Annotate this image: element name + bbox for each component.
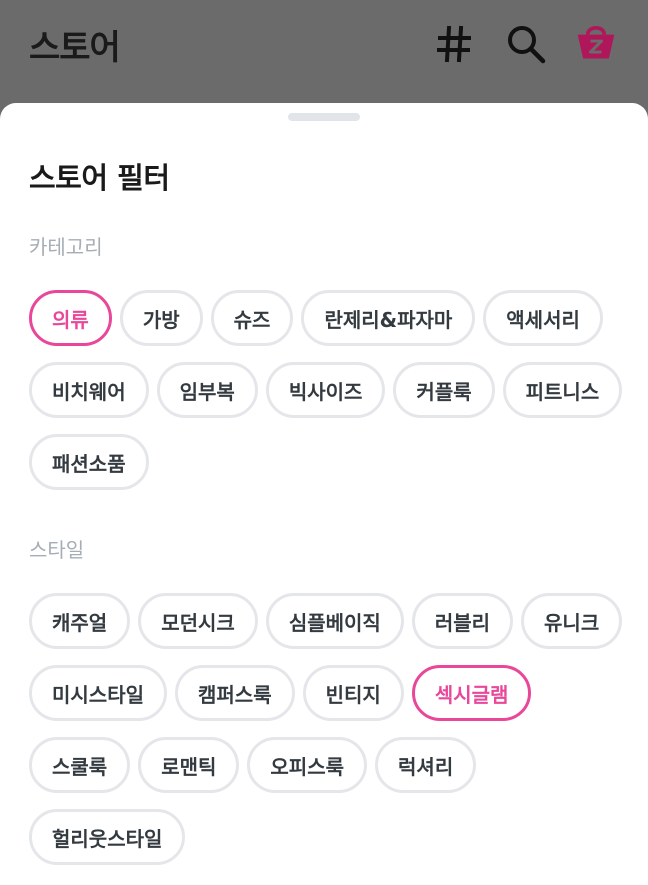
- style-chip[interactable]: 모던시크: [138, 593, 258, 649]
- search-icon[interactable]: [504, 22, 548, 66]
- style-chip[interactable]: 섹시글램: [411, 665, 532, 721]
- sheet-title: 스토어 필터: [29, 161, 170, 195]
- shopping-bag-icon[interactable]: [574, 20, 618, 64]
- style-chip[interactable]: 심플베이직: [265, 593, 404, 649]
- page-title: 스토어: [29, 28, 121, 68]
- category-chip[interactable]: 란제리&파자마: [301, 290, 476, 346]
- category-chip[interactable]: 가방: [119, 290, 203, 346]
- style-chip[interactable]: 럭셔리: [375, 737, 477, 793]
- category-chip[interactable]: 피트니스: [502, 362, 623, 418]
- category-chip[interactable]: 패션소품: [29, 434, 149, 490]
- style-chip[interactable]: 캐주얼: [29, 593, 131, 649]
- style-section-label: 스타일: [29, 538, 85, 562]
- style-chip[interactable]: 캠퍼스룩: [175, 665, 295, 721]
- style-chip[interactable]: 스쿨룩: [29, 737, 131, 793]
- category-chip[interactable]: 의류: [29, 290, 112, 346]
- style-chip-group: 캐주얼 모던시크 심플베이직 러블리 유니크미시스타일 캠퍼스룩 빈티지 섹시글램스쿨룩 로맨틱…: [29, 593, 629, 865]
- category-chip[interactable]: 비치웨어: [29, 362, 149, 418]
- style-chip[interactable]: 러블리: [411, 593, 514, 649]
- category-chip[interactable]: 임부복: [156, 362, 258, 418]
- style-chip[interactable]: 헐리웃스타일: [29, 809, 186, 865]
- style-chip[interactable]: 로맨틱: [138, 737, 240, 793]
- style-chip[interactable]: 오피스룩: [247, 737, 368, 793]
- category-chip[interactable]: 커플룩: [393, 362, 495, 418]
- style-chip[interactable]: 유니크: [521, 593, 623, 649]
- category-chip-group: 의류 가방 슈즈 란제리&파자마 액세서리비치웨어 임부복 빅사이즈 커플룩 피트니스패션소품: [29, 290, 629, 490]
- style-chip[interactable]: 빈티지: [302, 665, 404, 721]
- category-chip[interactable]: 슈즈: [210, 290, 294, 346]
- filter-bottom-sheet: 스토어 필터 카테고리 의류 가방 슈즈 란제리&파자마 액세서리비치웨어 임부복 빅사이즈…: [0, 103, 648, 885]
- category-chip[interactable]: 빅사이즈: [265, 362, 386, 418]
- category-chip[interactable]: 액세서리: [483, 290, 603, 346]
- drag-handle[interactable]: [288, 113, 360, 121]
- hash-icon[interactable]: [432, 22, 476, 66]
- style-chip[interactable]: 미시스타일: [29, 665, 167, 721]
- category-section-label: 카테고리: [29, 235, 103, 259]
- app-header: 스토어: [0, 0, 648, 103]
